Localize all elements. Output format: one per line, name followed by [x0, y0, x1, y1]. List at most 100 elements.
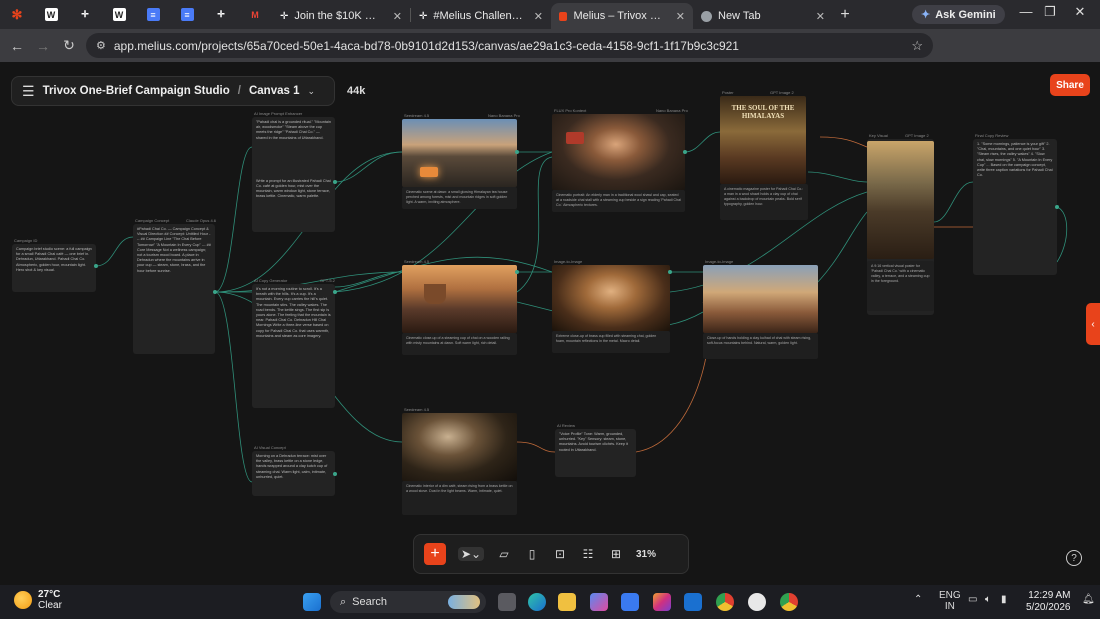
chevron-down-icon[interactable]: ⌄ — [308, 86, 316, 97]
prompt-enhancer-node[interactable]: "Pahadi chai is a grounded ritual." "Mou… — [252, 117, 335, 232]
url-bar[interactable]: ⚙ app.melius.com/projects/65a70ced-50e1-… — [86, 33, 933, 58]
chai-stall-sign — [566, 132, 584, 144]
cursor-icon[interactable]: ➤⌄ — [458, 547, 484, 561]
node-port[interactable] — [515, 150, 519, 154]
chevron-up-icon[interactable]: ⌃ — [914, 594, 922, 605]
document-icon[interactable]: ▯ — [524, 547, 540, 561]
copilot-icon[interactable] — [590, 593, 608, 611]
close-icon[interactable]: ✕ — [393, 10, 402, 23]
browser-tab[interactable]: New Tab ✕ — [693, 3, 833, 29]
pinned-tab[interactable]: M — [238, 0, 272, 29]
minimize-icon[interactable]: — — [1016, 4, 1036, 19]
key-visual-node[interactable]: A 9:16 vertical visual poster for 'Pahad… — [867, 139, 934, 315]
hamburger-menu-icon[interactable]: ☰ — [22, 83, 35, 100]
node-port[interactable] — [333, 290, 337, 294]
help-icon[interactable]: ? — [1066, 550, 1082, 566]
tab-title: Melius – Trivox One-Brie — [573, 10, 665, 22]
taskbar-search[interactable]: ⌕ Search — [330, 591, 486, 613]
node-label: AI Review — [557, 423, 576, 428]
copy-generator-node[interactable]: It's not a morning routine to scroll. It… — [252, 284, 335, 408]
chatgpt-icon[interactable] — [748, 593, 766, 611]
forward-icon[interactable]: → — [30, 38, 56, 54]
outlook-icon[interactable] — [684, 593, 702, 611]
zoom-level[interactable]: 31% — [636, 549, 656, 560]
side-panel-toggle[interactable]: ‹ — [1086, 303, 1100, 345]
language-indicator[interactable]: ENG IN — [939, 590, 961, 612]
pinned-tab[interactable]: ✛ — [68, 0, 102, 29]
restore-icon[interactable]: ❐ — [1040, 4, 1060, 20]
instagram-icon[interactable] — [653, 593, 671, 611]
image-search-icon[interactable]: ⊡ — [552, 547, 568, 561]
tab-title: New Tab — [718, 10, 761, 22]
generated-image[interactable] — [552, 114, 685, 190]
windows-start-icon[interactable] — [303, 593, 321, 611]
close-icon[interactable]: ✕ — [676, 10, 685, 23]
node-port[interactable] — [515, 270, 519, 274]
poster-image[interactable]: THE SOUL OF THE HIMALAYAS — [720, 96, 806, 184]
node-text: "Voice Profile" Tone: Warm, grounded, un… — [559, 432, 628, 452]
pinned-tab[interactable]: ≡ — [170, 0, 204, 29]
campaign-concept-node[interactable]: #Pahadi Chai Co. — Campaign Concept & Vi… — [133, 224, 215, 354]
pinned-tab[interactable]: ≡ — [136, 0, 170, 29]
asterisk-icon: ✻ — [11, 6, 23, 22]
canvas-name[interactable]: Canvas 1 — [249, 85, 300, 97]
node-port[interactable] — [333, 180, 337, 184]
ask-gemini-button[interactable]: ✦ Ask Gemini — [912, 5, 1005, 24]
node-port[interactable] — [94, 264, 98, 268]
key-visual-image[interactable] — [867, 141, 934, 259]
table-icon[interactable]: ☷ — [580, 547, 596, 561]
edge-icon[interactable] — [528, 593, 546, 611]
map-icon[interactable]: ⊞ — [608, 547, 624, 561]
final-copy-node[interactable]: 1. "Some mornings, patience is your gift… — [973, 139, 1057, 275]
back-icon[interactable]: ← — [4, 38, 30, 54]
notifications-icon[interactable]: 🔔︎ — [1082, 594, 1095, 605]
browser-tab-active[interactable]: Melius – Trivox One-Brie ✕ — [551, 3, 693, 29]
pinned-tab[interactable]: W — [102, 0, 136, 29]
generated-image[interactable] — [402, 265, 517, 333]
weather-widget[interactable]: 27°C Clear — [14, 589, 62, 611]
browser-tab[interactable]: ✛ #Melius Challenge on C ✕ — [411, 3, 551, 29]
browser-tab[interactable]: ✛ Join the $10K Melius Ch ✕ — [272, 3, 410, 29]
bookmark-star-icon[interactable]: ☆ — [911, 38, 923, 54]
close-window-icon[interactable]: ✕ — [1070, 4, 1090, 20]
campaign-id-node[interactable]: Campaign brief studio scene: a full camp… — [12, 244, 96, 292]
chrome-icon[interactable] — [716, 593, 734, 611]
pinned-tab[interactable]: W — [34, 0, 68, 29]
site-info-icon[interactable]: ⚙ — [96, 39, 106, 52]
battery-icon[interactable]: ▮ — [1001, 594, 1007, 605]
store-icon[interactable] — [621, 593, 639, 611]
credits-count[interactable]: 44k — [347, 85, 365, 97]
node-port[interactable] — [333, 472, 337, 476]
generated-image[interactable] — [402, 413, 517, 481]
node-port[interactable] — [668, 270, 672, 274]
workflow-canvas[interactable]: ☰ Trivox One-Brief Campaign Studio / Can… — [0, 62, 1100, 585]
close-icon[interactable]: ✕ — [534, 10, 543, 23]
node-port[interactable] — [683, 150, 687, 154]
review-node[interactable]: "Voice Profile" Tone: Warm, grounded, un… — [555, 429, 636, 477]
system-clock[interactable]: 12:29 AM 5/20/2026 — [1026, 590, 1071, 614]
node-model: GPT Image 2 — [770, 90, 794, 95]
browser-tab-strip: ✻ W ✛ W ≡ ≡ ✛ M ✛ Join the $10K Melius C… — [0, 0, 1100, 29]
reload-icon[interactable]: ↻ — [56, 37, 82, 54]
search-placeholder: Search — [352, 596, 388, 608]
pinned-tab[interactable]: ✛ — [204, 0, 238, 29]
node-port[interactable] — [213, 290, 217, 294]
task-view-icon[interactable] — [498, 593, 516, 611]
generated-image[interactable] — [552, 265, 670, 331]
display-icon[interactable]: ▭ — [968, 594, 977, 605]
volume-icon[interactable]: 🔈︎ — [985, 594, 991, 605]
share-button[interactable]: Share — [1050, 74, 1090, 96]
visual-concept-node[interactable]: Morning on a Dehradun terrace: mist over… — [252, 451, 335, 496]
chrome-icon[interactable] — [780, 593, 798, 611]
add-node-button[interactable]: + — [424, 543, 446, 565]
pinned-tab[interactable]: ✻ — [0, 0, 34, 29]
node-port[interactable] — [1055, 205, 1059, 209]
close-icon[interactable]: ✕ — [816, 10, 825, 23]
generated-image[interactable] — [703, 265, 818, 333]
file-explorer-icon[interactable] — [558, 593, 576, 611]
shape-icon[interactable]: ▱ — [496, 547, 512, 561]
project-title[interactable]: Trivox One-Brief Campaign Studio — [43, 85, 230, 97]
generated-image[interactable] — [402, 119, 517, 187]
new-tab-button[interactable]: + — [833, 6, 857, 24]
node-label: Campaign Concept — [135, 218, 170, 223]
